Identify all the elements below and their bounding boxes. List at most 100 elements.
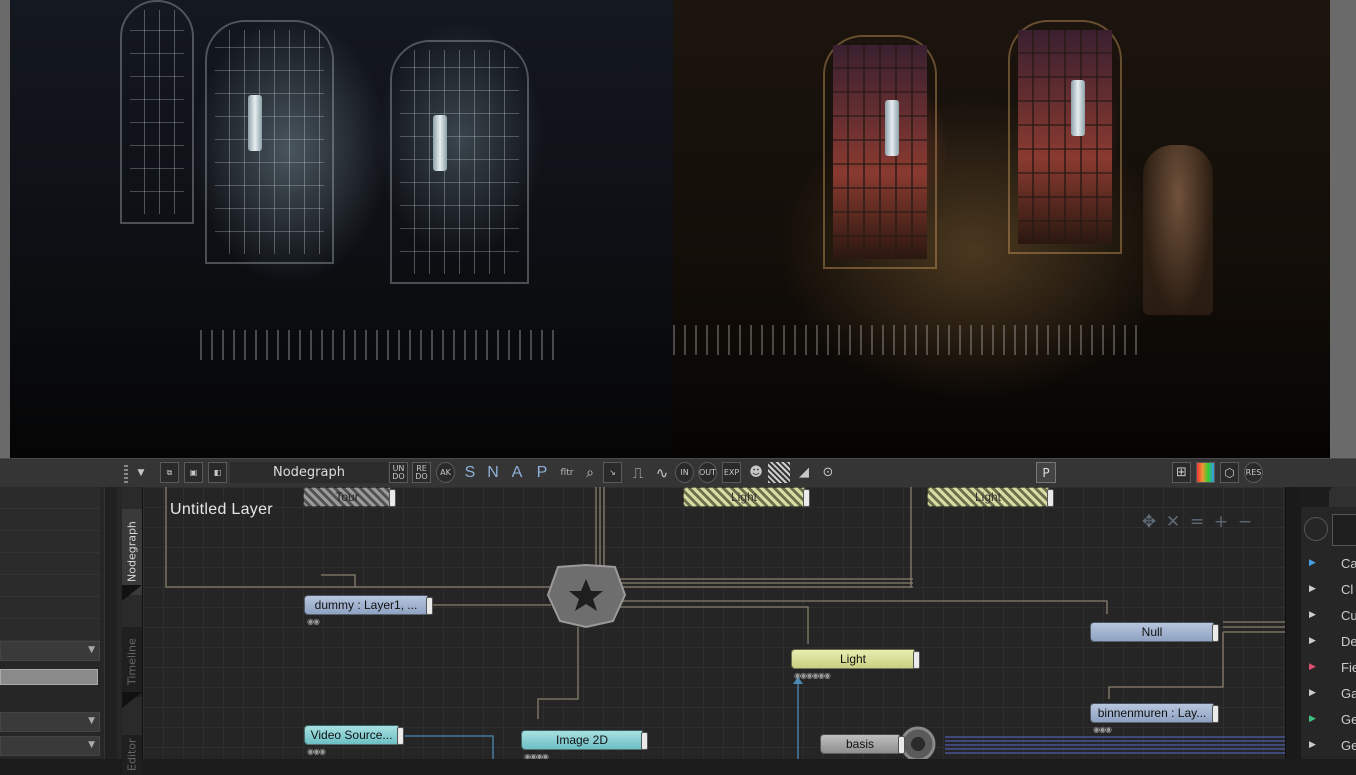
property-row[interactable] xyxy=(0,619,100,641)
undo-icon[interactable]: UN DO xyxy=(389,462,408,483)
node-binnenmuren[interactable]: binnenmuren : Lay... ◉◉◉ xyxy=(1090,703,1219,734)
nodegraph-scrollbar[interactable] xyxy=(1285,487,1302,759)
tab-nodegraph[interactable]: Nodegraph xyxy=(122,509,142,595)
property-field[interactable] xyxy=(0,669,98,685)
layer-new-icon[interactable]: ◧ xyxy=(208,462,227,483)
property-dropdown[interactable]: ▼ xyxy=(0,712,100,732)
filter-icon[interactable]: fltr xyxy=(557,462,577,483)
snap-a-button[interactable]: A xyxy=(508,462,526,483)
property-row[interactable] xyxy=(0,597,100,619)
basis-gear-node[interactable] xyxy=(900,726,936,759)
person-icon[interactable]: ☻ xyxy=(746,462,766,483)
chevron-down-icon: ▼ xyxy=(88,740,95,750)
property-row[interactable] xyxy=(0,575,100,597)
nodegraph-toolbar: ▼ ⧉ ▣ ◧ Nodegraph UN DO RE DO AK S N A P… xyxy=(0,458,1356,488)
node-label: Light xyxy=(839,652,867,666)
panel-title: Nodegraph xyxy=(230,462,388,483)
smooth-curve-icon[interactable]: ∿ xyxy=(651,462,673,483)
library-item-category[interactable]: ▶ Ca xyxy=(1301,555,1356,575)
library-item-category[interactable]: ▶ De xyxy=(1301,633,1356,653)
node-light-top-1[interactable]: Light xyxy=(683,487,810,507)
library-circle-icon[interactable] xyxy=(1304,517,1328,541)
expand-arrow-icon: ▶ xyxy=(1309,609,1316,619)
library-item-category[interactable]: ▶ Cu xyxy=(1301,607,1356,627)
window-shape xyxy=(390,40,529,284)
library-item-category[interactable]: ▶ Ga xyxy=(1301,685,1356,705)
node-tour[interactable]: Tour xyxy=(303,487,396,507)
resolution-icon[interactable]: RES xyxy=(1244,462,1263,483)
library-item-category[interactable]: ▶ Fie xyxy=(1301,659,1356,679)
node-label: Video Source... xyxy=(310,728,393,742)
zoom-in-icon[interactable]: + xyxy=(1210,512,1232,532)
balcony-rail xyxy=(200,330,560,360)
tab-timeline[interactable]: Timeline xyxy=(122,627,142,697)
expand-arrow-icon: ▶ xyxy=(1309,583,1316,593)
node-light[interactable]: Light ◉◉◉◉◉◉ xyxy=(791,649,920,680)
in-icon[interactable]: IN xyxy=(675,462,694,483)
node-label: Image 2D xyxy=(555,733,609,747)
viewport-left-render[interactable] xyxy=(10,0,673,458)
property-dropdown[interactable]: ▼ xyxy=(0,736,100,756)
target-icon[interactable]: ⊙ xyxy=(818,462,838,483)
node-ports: ◉◉◉◉◉◉ xyxy=(794,671,831,680)
library-item-category[interactable]: ▶ Ge xyxy=(1301,737,1356,757)
toolbar-grip[interactable] xyxy=(124,463,128,483)
property-dropdown[interactable]: ▼ xyxy=(0,641,100,661)
snap-s-button[interactable]: S xyxy=(461,462,479,483)
properties-panel: ▼ ▼ ▼ xyxy=(0,487,122,759)
out-icon[interactable]: OUT xyxy=(698,462,717,483)
hatch-icon[interactable] xyxy=(768,462,790,483)
menu-dropdown-icon[interactable]: ▼ xyxy=(134,462,148,483)
snap-p-button[interactable]: P xyxy=(533,462,551,483)
window-shape xyxy=(823,35,937,269)
node-image-2d[interactable]: Image 2D ◉◉◉◉ xyxy=(521,730,648,759)
nodegraph-canvas[interactable]: Untitled Layer Tour Light Light dummy : … xyxy=(143,487,1285,759)
viewer-area xyxy=(0,0,1356,458)
zoom-out-icon[interactable]: − xyxy=(1234,512,1256,532)
library-item-category[interactable]: ▶ Ge xyxy=(1301,711,1356,731)
lamp-shape xyxy=(1071,80,1085,136)
step-curve-icon[interactable]: ⎍ xyxy=(627,462,649,483)
p-button[interactable]: P xyxy=(1036,462,1056,483)
node-ports: ◉◉◉ xyxy=(1093,725,1112,734)
node-null[interactable]: Null xyxy=(1090,622,1219,642)
fit-icon[interactable]: ✕ xyxy=(1162,512,1184,532)
node-label: Light xyxy=(974,490,1002,504)
library-tab[interactable] xyxy=(1329,487,1356,507)
chevron-down-icon: ▼ xyxy=(88,645,95,655)
move-icon[interactable]: ✥ xyxy=(1138,512,1160,532)
ak-icon[interactable]: AK xyxy=(436,462,455,483)
viewport-right-render[interactable] xyxy=(673,0,1330,458)
redo-icon[interactable]: RE DO xyxy=(412,462,431,483)
property-row[interactable] xyxy=(0,509,100,531)
ramp-icon[interactable]: ◢ xyxy=(793,462,815,483)
node-light-top-2[interactable]: Light xyxy=(927,487,1054,507)
snap-n-button[interactable]: N xyxy=(484,462,502,483)
export-icon[interactable]: EXP xyxy=(722,462,741,483)
window-shape xyxy=(1008,20,1122,254)
property-row[interactable] xyxy=(0,553,100,575)
node-basis[interactable]: basis xyxy=(820,734,905,754)
tab-editor[interactable]: Editor xyxy=(122,735,142,775)
select-icon[interactable]: ↘ xyxy=(603,462,622,483)
chevron-down-icon: ▼ xyxy=(88,716,95,726)
equal-icon[interactable]: = xyxy=(1186,512,1208,532)
layer-copy-icon[interactable]: ⧉ xyxy=(160,462,179,483)
property-row[interactable] xyxy=(0,531,100,553)
cube-icon[interactable]: ⬡ xyxy=(1220,462,1239,483)
properties-scrollbar[interactable] xyxy=(104,487,117,759)
property-row[interactable] xyxy=(0,487,100,509)
node-video-source[interactable]: Video Source... ◉◉◉ xyxy=(304,725,404,756)
color-icon[interactable] xyxy=(1196,462,1215,483)
library-item-label: Ge xyxy=(1341,712,1356,727)
lasso-icon[interactable]: ⌕ xyxy=(580,462,600,483)
library-header xyxy=(1301,487,1356,507)
library-item-category[interactable]: ▶ Cl xyxy=(1301,581,1356,601)
grid-view-icon[interactable]: ⊞ xyxy=(1172,462,1191,483)
library-search-input[interactable] xyxy=(1332,514,1356,546)
node-dummy[interactable]: dummy : Layer1, ... ◉◉ xyxy=(304,595,433,626)
layer-stack-icon[interactable]: ▣ xyxy=(184,462,203,483)
node-ports: ◉◉◉ xyxy=(307,747,326,756)
star-hub-node[interactable] xyxy=(546,563,627,629)
expand-arrow-icon: ▶ xyxy=(1309,713,1316,723)
